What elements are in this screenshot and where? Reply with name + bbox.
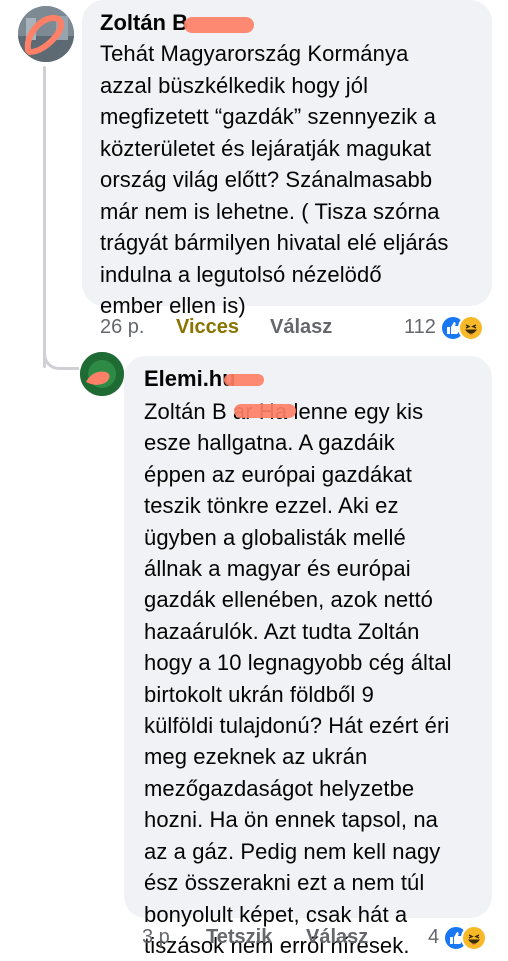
comment-actions: 26 p. Vicces Válasz	[100, 314, 360, 340]
reaction-count: 4	[428, 925, 440, 948]
comment-author-name[interactable]: Zoltán B	[100, 10, 188, 35]
comment-author[interactable]: Zoltán B	[100, 8, 254, 38]
thread-line-curve	[43, 340, 79, 370]
avatar[interactable]	[80, 352, 124, 396]
haha-icon	[461, 925, 488, 951]
reply-button[interactable]: Válasz	[306, 926, 368, 949]
reply-actions: 3 p. Tetszik Válasz	[142, 924, 402, 950]
reply-button[interactable]: Válasz	[270, 316, 332, 339]
reply-bubble: Elemi.hu Zoltán B ar Ha lenne egy kis es…	[124, 356, 492, 958]
haha-icon	[457, 315, 484, 341]
reply-reactions[interactable]: 4	[428, 924, 488, 951]
like-button[interactable]: Tetszik	[206, 926, 272, 949]
reaction-count: 112	[404, 315, 436, 338]
comment-time[interactable]: 26 p.	[100, 316, 144, 339]
redaction-mark	[224, 374, 264, 386]
comment-text: Tehát Magyarország Kormánya azzal büszké…	[100, 41, 449, 318]
thread-line	[43, 66, 46, 368]
redaction-mark	[184, 17, 254, 33]
avatar[interactable]	[18, 6, 74, 62]
funny-reaction-button[interactable]: Vicces	[176, 316, 239, 339]
comment-bubble: Zoltán B Tehát Magyarország Kormánya azz…	[82, 0, 492, 318]
avatar-logo	[80, 352, 124, 396]
reply-author[interactable]: Elemi.hu	[144, 364, 236, 394]
reply-author-name[interactable]: Elemi.hu	[144, 366, 236, 391]
reply-text: Zoltán B ar Ha lenne egy kis esze hallga…	[144, 399, 452, 958]
redaction-mark	[234, 404, 296, 418]
reply-time[interactable]: 3 p.	[142, 926, 175, 949]
comment-reactions[interactable]: 112	[404, 314, 484, 341]
avatar-photo	[18, 6, 74, 62]
